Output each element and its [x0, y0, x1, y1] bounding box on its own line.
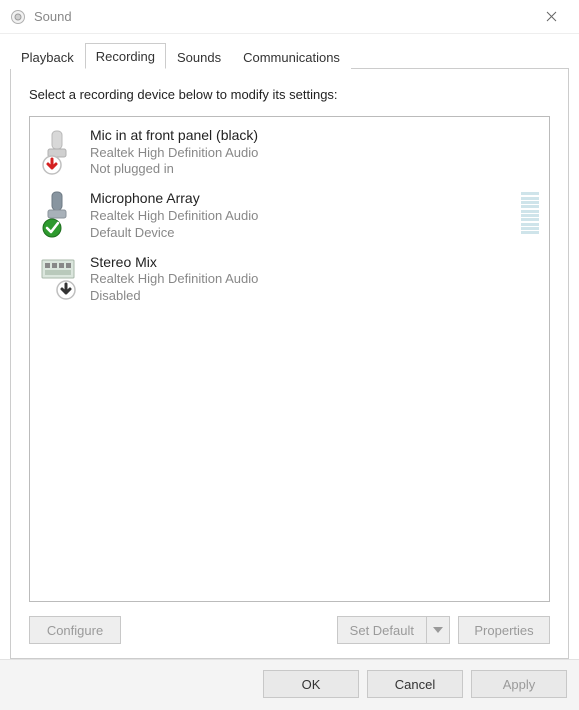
device-name: Microphone Array [90, 190, 509, 208]
device-text: Microphone Array Realtek High Definition… [90, 190, 509, 241]
device-driver: Realtek High Definition Audio [90, 208, 509, 225]
button-label: Cancel [395, 677, 435, 692]
button-label: Set Default [350, 623, 414, 638]
device-text: Stereo Mix Realtek High Definition Audio… [90, 254, 539, 305]
device-row[interactable]: Microphone Array Realtek High Definition… [30, 184, 549, 247]
window-title: Sound [34, 9, 531, 24]
set-default-split: Set Default [337, 616, 450, 644]
device-status: Disabled [90, 288, 539, 305]
button-label: OK [302, 677, 321, 692]
button-label: Configure [47, 623, 103, 638]
instruction-text: Select a recording device below to modif… [29, 87, 550, 102]
set-default-button[interactable]: Set Default [337, 616, 426, 644]
tabstrip: Playback Recording Sounds Communications [10, 42, 569, 69]
device-list[interactable]: Mic in at front panel (black) Realtek Hi… [29, 116, 550, 602]
panel-buttons: Configure Set Default Properties [29, 616, 550, 644]
device-name: Mic in at front panel (black) [90, 127, 539, 145]
button-label: Apply [503, 677, 536, 692]
close-button[interactable] [531, 3, 571, 31]
sound-app-icon [10, 9, 26, 25]
device-status: Not plugged in [90, 161, 539, 178]
cancel-button[interactable]: Cancel [367, 670, 463, 698]
ok-button[interactable]: OK [263, 670, 359, 698]
stereo-mix-icon [38, 254, 78, 302]
device-status: Default Device [90, 225, 509, 242]
device-text: Mic in at front panel (black) Realtek Hi… [90, 127, 539, 178]
tab-label: Playback [21, 50, 74, 65]
dialog-body: Playback Recording Sounds Communications… [0, 34, 579, 659]
level-meter [521, 190, 539, 236]
tab-recording[interactable]: Recording [85, 43, 166, 69]
set-default-dropdown[interactable] [426, 616, 450, 644]
mic-array-icon [38, 190, 78, 238]
device-row[interactable]: Stereo Mix Realtek High Definition Audio… [30, 248, 549, 311]
tab-sounds[interactable]: Sounds [166, 44, 232, 69]
device-driver: Realtek High Definition Audio [90, 271, 539, 288]
device-row[interactable]: Mic in at front panel (black) Realtek Hi… [30, 121, 549, 184]
button-label: Properties [474, 623, 533, 638]
chevron-down-icon [433, 627, 443, 633]
tab-label: Communications [243, 50, 340, 65]
device-driver: Realtek High Definition Audio [90, 145, 539, 162]
dialog-footer: OK Cancel Apply [0, 659, 579, 710]
tab-communications[interactable]: Communications [232, 44, 351, 69]
apply-button[interactable]: Apply [471, 670, 567, 698]
tab-label: Recording [96, 49, 155, 64]
device-name: Stereo Mix [90, 254, 539, 272]
mic-jack-icon [38, 127, 78, 175]
titlebar: Sound [0, 0, 579, 34]
properties-button[interactable]: Properties [458, 616, 550, 644]
tab-playback[interactable]: Playback [10, 44, 85, 69]
configure-button[interactable]: Configure [29, 616, 121, 644]
tab-panel-recording: Select a recording device below to modif… [10, 69, 569, 659]
tab-label: Sounds [177, 50, 221, 65]
